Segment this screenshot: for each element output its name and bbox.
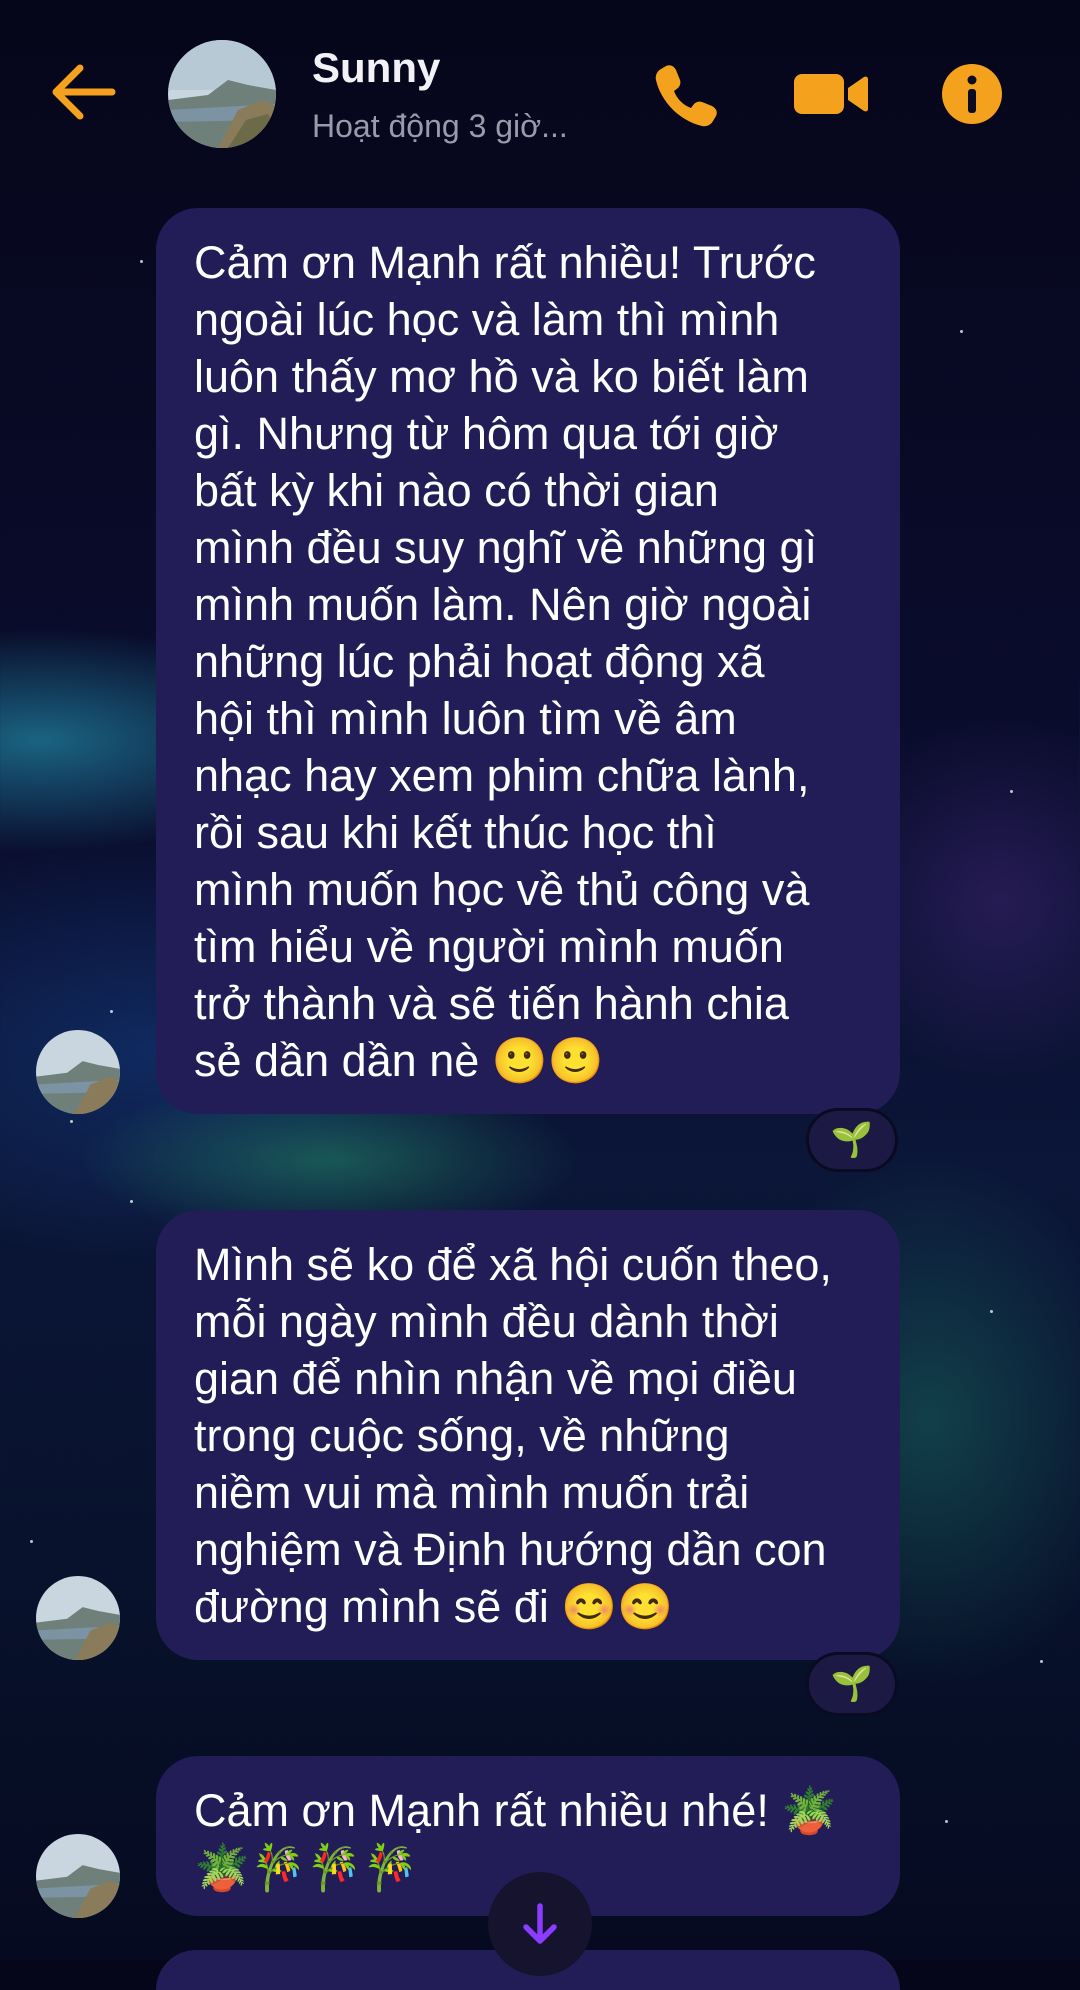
message-bubble[interactable]: Cảm ơn Mạnh rất nhiều! Trước ngoài lúc h… — [156, 208, 900, 1114]
seedling-reaction: 🌱 — [830, 1120, 874, 1160]
scroll-to-bottom-button[interactable] — [488, 1872, 592, 1976]
back-arrow-icon[interactable] — [50, 62, 118, 122]
arrow-down-icon — [523, 1903, 557, 1944]
contact-avatar[interactable] — [168, 40, 276, 148]
contact-name[interactable]: Sunny — [312, 44, 440, 92]
chat-header: Sunny Hoạt động 3 giờ... — [0, 0, 1080, 190]
reaction-badge[interactable]: 🌱 — [806, 1652, 898, 1716]
contact-status: Hoạt động 3 giờ... — [312, 108, 568, 144]
sender-avatar[interactable] — [36, 1576, 120, 1660]
reaction-badge[interactable]: 🌱 — [806, 1108, 898, 1172]
message-bubble[interactable]: Mình sẽ ko để xã hội cuốn theo, mỗi ngày… — [156, 1210, 900, 1660]
phone-icon[interactable] — [648, 58, 720, 130]
sender-avatar[interactable] — [36, 1834, 120, 1918]
video-camera-icon[interactable] — [790, 58, 870, 130]
sender-avatar[interactable] — [36, 1030, 120, 1114]
seedling-reaction: 🌱 — [830, 1664, 874, 1704]
info-icon[interactable] — [936, 58, 1008, 130]
